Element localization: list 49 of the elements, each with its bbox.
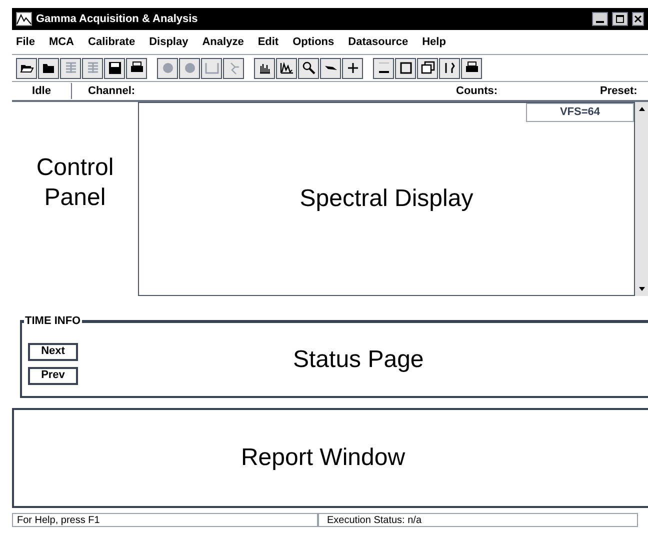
menu-item[interactable]: Options (292, 34, 334, 50)
window-button[interactable] (395, 58, 416, 78)
menu-item[interactable]: File (16, 34, 35, 50)
close-button[interactable] (632, 12, 644, 26)
menu-item[interactable]: Help (422, 34, 446, 50)
page-label: Status Page (293, 344, 424, 374)
printer-button[interactable] (126, 58, 147, 78)
minimize-button[interactable] (592, 12, 608, 26)
menu-item[interactable]: Display (149, 34, 188, 50)
menu-item[interactable]: Datasource (348, 34, 408, 50)
plus-button[interactable] (342, 58, 363, 78)
cascade-button[interactable] (417, 58, 438, 78)
printer-button[interactable] (461, 58, 482, 78)
scrollbar[interactable] (635, 102, 648, 296)
search-button[interactable] (298, 58, 319, 78)
maximize-button[interactable] (612, 12, 628, 26)
preset-label: Preset: (599, 84, 638, 99)
help-hint: For Help, press F1 (12, 513, 318, 527)
save-icon (106, 60, 122, 76)
open-folder-button[interactable] (16, 58, 37, 78)
search-icon (300, 60, 316, 76)
close-icon (634, 15, 642, 23)
prev-button[interactable]: Prev (28, 366, 78, 384)
line-chart-button[interactable] (276, 58, 297, 78)
report-label: Report Window (240, 443, 406, 473)
counts-label: Counts: (455, 84, 499, 99)
menu-item[interactable]: Edit (258, 34, 279, 50)
channel-label: Channel: (87, 84, 136, 99)
panel-label: Control Panel (35, 153, 115, 213)
bar-chart-button[interactable] (254, 58, 275, 78)
tool-button[interactable] (439, 58, 460, 78)
menu-item[interactable]: Analyze (202, 34, 244, 50)
window-title: Gamma Acquisition & Analysis (36, 12, 198, 27)
minimize-button[interactable] (373, 58, 394, 78)
cascade-icon (420, 60, 436, 76)
folder-button[interactable] (38, 58, 59, 78)
line-chart-icon (278, 60, 294, 76)
next-button[interactable]: Next (28, 342, 78, 360)
vfs-label: VFS=64 (526, 103, 634, 122)
window-icon (398, 60, 414, 76)
menu-item[interactable]: Calibrate (88, 34, 136, 50)
menu-item[interactable]: MCA (48, 34, 74, 50)
line-icon (204, 60, 220, 76)
display-label: Spectral Display (300, 184, 474, 214)
status-text: Idle (12, 82, 72, 100)
execution-status: Execution Status: n/a (318, 513, 638, 527)
arrow-button[interactable] (320, 58, 341, 78)
save-button[interactable] (104, 58, 125, 78)
chart-icon (16, 12, 32, 26)
